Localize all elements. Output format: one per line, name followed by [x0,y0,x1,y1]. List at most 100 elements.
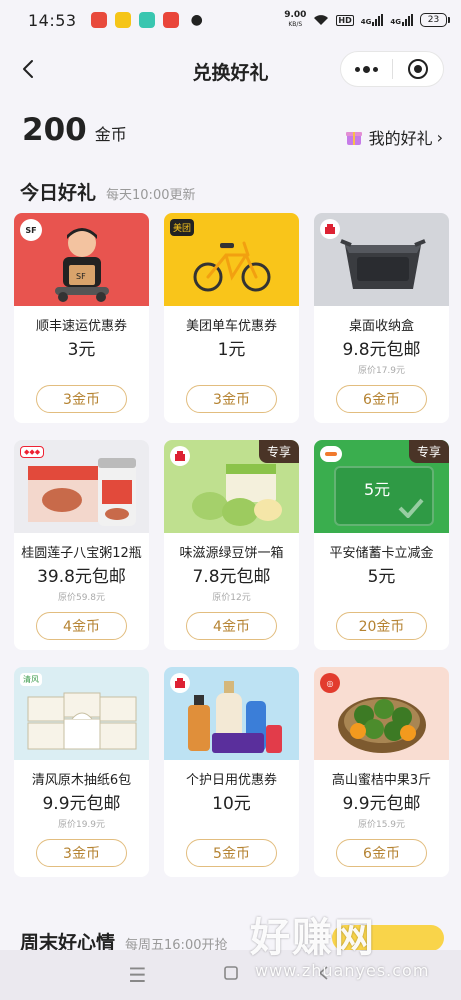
product-image: 专享 [164,440,299,533]
courier-icon: SF [55,228,109,302]
product-price: 7.8元包邮 [192,567,271,587]
home-icon[interactable] [223,965,239,985]
redeem-button[interactable]: 5金币 [186,839,277,867]
status-time: 14:53 [28,10,77,30]
redeem-button[interactable]: 3金币 [186,385,277,413]
more-dots-icon [354,65,378,73]
product-image: 清风 [14,667,149,760]
product-image: ◎ [314,667,449,760]
product-name: 味滋源绿豆饼一箱 [179,546,284,561]
product-name: 美团单车优惠券 [185,319,277,334]
today-gifts-header: 今日好礼 每天10:00更新 [20,178,195,205]
exclusive-tag: 专享 [258,440,299,463]
product-price: 5元 [367,567,396,587]
product-name: 个护日用优惠券 [185,773,277,788]
meituan-logo: 美团 [170,219,195,236]
section-title: 今日好礼 [20,182,97,204]
my-gifts-link[interactable]: 我的好礼 › [345,125,443,149]
redeem-button[interactable]: 6金币 [336,839,427,867]
product-name: 平安储蓄卡立减金 [329,546,434,561]
product-price: 9.9元包邮 [342,794,421,814]
redeem-button[interactable]: 20金币 [336,612,427,640]
wifi-icon [314,15,329,25]
product-card[interactable]: 专享 味滋源绿豆饼一箱 7.8元包邮 原价12元 4金币 [164,440,299,650]
product-name: 高山蜜桔中果3斤 [331,773,432,788]
product-image [314,213,449,306]
watermark-title: 好赚网 [250,915,376,961]
product-image: 5元 专享 [314,440,449,533]
watermark: 好赚网 www.zhuanyes.com [250,905,450,985]
redeem-button[interactable]: 4金币 [36,612,127,640]
product-name: 清风原木抽纸6包 [31,773,132,788]
product-card[interactable]: 清风 清风原木抽纸6包 9.9元包邮 原价19.9元 3金币 [14,667,149,877]
signal-icon [402,14,413,26]
signal-icon [372,14,384,26]
target-icon [407,59,428,79]
product-name: 桂圆莲子八宝粥12瓶 [21,546,142,561]
bicycle-icon [193,241,271,292]
status-bar: 14:53 ● 9.00 KB/S HD 4G 4G 23 [0,0,461,40]
original-price: 原价17.9元 [357,366,406,376]
tissue-icon [27,692,137,750]
my-gifts-label: 我的好礼 [368,129,433,148]
product-price: 3元 [67,340,96,360]
svg-text:SF: SF [76,272,86,281]
battery-indicator: 23 [420,13,450,27]
title-bar: 兑换好礼 [0,44,461,96]
more-notifications-dot: ● [190,12,203,28]
product-card[interactable]: SF SF 顺丰速运优惠券 3元 3金币 [14,213,149,423]
notification-app-icon [90,12,107,28]
sf-logo: SF [20,219,42,241]
chevron-right-icon: › [436,127,443,147]
gift-box-icon [345,132,362,145]
coin-balance: 200 金币 [22,112,127,148]
original-price: 原价12元 [212,593,251,603]
product-price: 9.8元包邮 [342,340,421,360]
original-price: 原价15.9元 [357,820,406,830]
product-card[interactable]: 个护日用优惠券 10元 5金币 [164,667,299,877]
product-card[interactable]: 美团 美团单车优惠券 1元 3金币 [164,213,299,423]
product-name: 桌面收纳盒 [348,319,414,334]
coin-amount: 200 [22,112,87,148]
cash-card-icon: 5元 [334,466,434,526]
personal-care-icon [188,681,282,753]
product-name: 顺丰速运优惠券 [35,319,127,334]
card-value: 5元 [364,480,391,499]
product-card[interactable]: 桌面收纳盒 9.8元包邮 原价17.9元 6金币 [314,213,449,423]
network-speed: 9.00 KB/S [284,10,307,29]
hd-badge: HD [336,14,354,26]
original-price: 原价59.8元 [57,593,106,603]
notification-app-icon [114,12,131,28]
product-image: SF SF [14,213,149,306]
product-price: 39.8元包邮 [37,567,126,587]
product-price: 9.9元包邮 [42,794,121,814]
coin-unit: 金币 [94,125,127,144]
watermark-url: www.zhuanyes.com [255,961,430,980]
close-miniprogram-button[interactable] [393,52,444,86]
product-image [164,667,299,760]
porridge-icon [28,458,136,526]
product-card[interactable]: ◆◆◆ 桂圆莲子八宝粥12瓶 39.8元包邮 原价59.8元 4金币 [14,440,149,650]
original-price: 原价19.9元 [57,820,106,830]
more-menu-button[interactable] [341,52,392,86]
exclusive-tag: 专享 [408,440,449,463]
product-price: 1元 [217,340,246,360]
redeem-button[interactable]: 6金币 [336,385,427,413]
bank-logo [320,446,342,462]
product-card[interactable]: ◎ 高山蜜桔中果3斤 9.9元包邮 原价15.9元 6金币 [314,667,449,877]
product-image: 美团 [164,213,299,306]
product-image: ◆◆◆ [14,440,149,533]
miniprogram-capsule [340,51,444,87]
notification-app-icon [138,12,155,28]
redeem-button[interactable]: 3金币 [36,385,127,413]
redeem-button[interactable]: 4金币 [186,612,277,640]
storage-box-icon [340,239,426,289]
tangerine-icon [338,697,426,753]
mung-bean-cake-icon [192,464,282,526]
redeem-button[interactable]: 3金币 [36,839,127,867]
menu-icon[interactable]: ☰ [129,963,147,987]
notification-app-icon [162,12,179,28]
product-price: 10元 [212,794,251,814]
store-logo [320,219,340,239]
product-card[interactable]: 5元 专享 平安储蓄卡立减金 5元 20金币 [314,440,449,650]
